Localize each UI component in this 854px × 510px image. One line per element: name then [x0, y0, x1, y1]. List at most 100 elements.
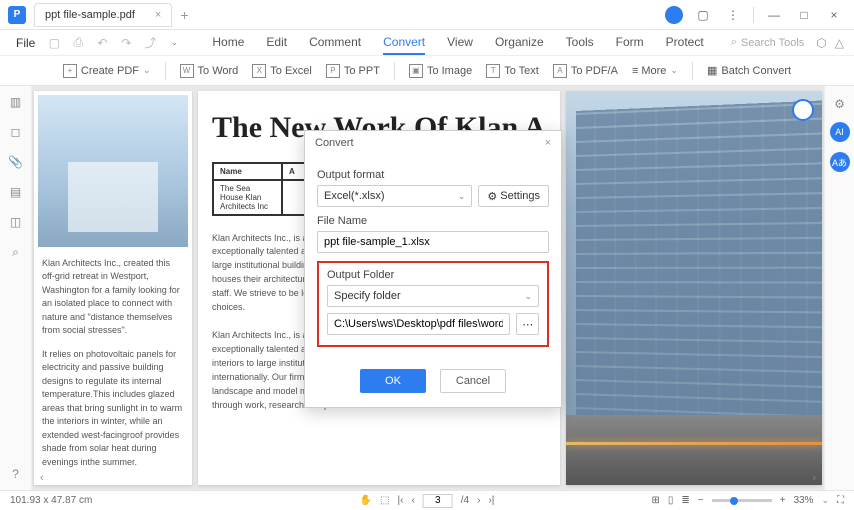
maximize-button[interactable]: □: [794, 5, 814, 25]
undo-icon[interactable]: ↶: [94, 35, 110, 51]
comments-icon[interactable]: ▤: [8, 184, 24, 200]
search-icon: ⌕: [731, 36, 737, 49]
ppt-icon: P: [326, 64, 340, 78]
cloud-icon[interactable]: ⬡: [816, 36, 826, 50]
attachments-icon[interactable]: 📎: [8, 154, 24, 170]
text-icon: T: [486, 64, 500, 78]
user-avatar[interactable]: [665, 6, 683, 24]
close-dialog-button[interactable]: ×: [545, 137, 551, 149]
share-icon[interactable]: ⤴: [142, 35, 158, 51]
dialog-header: Convert ×: [305, 131, 561, 155]
zoom-out-icon[interactable]: −: [698, 495, 704, 506]
page-image: [38, 95, 188, 247]
tab-edit[interactable]: Edit: [266, 31, 287, 55]
cancel-button[interactable]: Cancel: [440, 369, 506, 393]
last-page-icon[interactable]: ›|: [488, 495, 494, 506]
to-ppt-button[interactable]: P To PPT: [326, 64, 380, 78]
hand-tool-icon[interactable]: ✋: [360, 495, 372, 506]
zoom-in-icon[interactable]: +: [780, 495, 786, 506]
tab-comment[interactable]: Comment: [309, 31, 361, 55]
print-icon[interactable]: ⎙: [70, 35, 86, 51]
chevron-down-icon: ⌄: [458, 191, 466, 202]
next-page-icon[interactable]: ›: [477, 495, 480, 506]
more-icon: ≡: [632, 65, 637, 77]
tab-view[interactable]: View: [447, 31, 473, 55]
select-tool-icon[interactable]: ⬚: [380, 495, 389, 506]
to-word-button[interactable]: W To Word: [180, 64, 239, 78]
help-icon[interactable]: ?: [8, 466, 24, 482]
page-2: Klan Architects Inc., created this off-g…: [34, 91, 192, 485]
kebab-menu-icon[interactable]: ⋮: [723, 5, 743, 25]
redo-icon[interactable]: ↷: [118, 35, 134, 51]
tab-convert[interactable]: Convert: [383, 31, 425, 55]
zoom-slider[interactable]: [712, 499, 772, 502]
chevron-down-icon: ⌄: [143, 65, 151, 76]
ai-icon[interactable]: AI: [830, 122, 850, 142]
prev-page-icon[interactable]: ‹: [411, 495, 414, 506]
to-pdfa-button[interactable]: A To PDF/A: [553, 64, 618, 78]
create-pdf-button[interactable]: + Create PDF ⌄: [63, 64, 151, 78]
document-tab[interactable]: ppt file-sample.pdf ×: [34, 3, 172, 27]
fullscreen-icon[interactable]: ⛶: [837, 495, 844, 506]
ok-button[interactable]: OK: [360, 369, 426, 393]
corner-badge-icon[interactable]: [792, 99, 814, 121]
batch-icon: ▦: [707, 64, 717, 77]
right-sidebar: ⚙ AI Aあ: [824, 86, 854, 490]
minimize-button[interactable]: —: [764, 5, 784, 25]
table-header: Name: [213, 163, 282, 180]
continuous-icon[interactable]: ≣: [681, 495, 689, 506]
qat-dropdown-icon[interactable]: ⌄: [166, 35, 182, 51]
more-button[interactable]: ≡ More ⌄: [632, 65, 678, 77]
collapse-ribbon-icon[interactable]: △: [835, 36, 844, 50]
to-text-button[interactable]: T To Text: [486, 64, 539, 78]
view-mode-icon[interactable]: ⊞: [651, 495, 659, 506]
to-image-button[interactable]: ▣ To Image: [409, 64, 472, 78]
filename-input[interactable]: [317, 231, 549, 253]
output-folder-label: Output Folder: [327, 269, 539, 281]
search-placeholder: Search Tools: [741, 37, 804, 49]
adjust-icon[interactable]: ⚙: [832, 96, 848, 112]
fields-icon[interactable]: ◫: [8, 214, 24, 230]
folder-mode-dropdown[interactable]: Specify folder ⌄: [327, 285, 539, 307]
table-cell: The Sea House Klan Architects Inc: [213, 180, 282, 215]
translate-icon[interactable]: Aあ: [830, 152, 850, 172]
tab-home[interactable]: Home: [212, 31, 244, 55]
browse-button[interactable]: ⋯: [516, 313, 539, 335]
batch-convert-button[interactable]: ▦ Batch Convert: [707, 64, 791, 77]
settings-button[interactable]: ⚙ Settings: [478, 185, 549, 207]
pdfa-icon: A: [553, 64, 567, 78]
single-page-icon[interactable]: ▯: [668, 495, 674, 506]
thumbnails-icon[interactable]: ▥: [8, 94, 24, 110]
word-icon: W: [180, 64, 194, 78]
output-format-dropdown[interactable]: Excel(*.xlsx) ⌄: [317, 185, 472, 207]
scroll-right-icon[interactable]: ›: [812, 472, 816, 484]
specify-value: Specify folder: [334, 290, 401, 302]
body-text: It relies on photovoltaic panels for ele…: [42, 348, 184, 470]
folder-path-input[interactable]: [327, 313, 510, 335]
close-tab-icon[interactable]: ×: [155, 9, 161, 21]
scroll-left-icon[interactable]: ‹: [40, 472, 44, 484]
close-window-button[interactable]: ×: [824, 5, 844, 25]
tab-organize[interactable]: Organize: [495, 31, 544, 55]
bookmarks-icon[interactable]: ◻: [8, 124, 24, 140]
page-total: /4: [461, 495, 469, 506]
ribbon-tabs: Home Edit Comment Convert View Organize …: [212, 31, 703, 55]
gear-icon: ⚙: [487, 190, 497, 203]
tab-tools[interactable]: Tools: [566, 31, 594, 55]
search-tools[interactable]: ⌕ Search Tools: [731, 36, 805, 49]
body-text: Klan Architects Inc., created this off-g…: [42, 257, 184, 338]
page-number-input[interactable]: [423, 494, 453, 508]
search-panel-icon[interactable]: ⌕: [8, 244, 24, 260]
first-page-icon[interactable]: |‹: [398, 495, 404, 506]
open-icon[interactable]: ▢: [46, 35, 62, 51]
new-tab-button[interactable]: +: [180, 7, 188, 23]
excel-icon: X: [252, 64, 266, 78]
zoom-dropdown-icon[interactable]: ⌄: [821, 495, 829, 506]
tab-protect[interactable]: Protect: [666, 31, 704, 55]
to-excel-button[interactable]: X To Excel: [252, 64, 312, 78]
messages-icon[interactable]: ▢: [693, 5, 713, 25]
filename-label: File Name: [317, 215, 549, 227]
tab-form[interactable]: Form: [616, 31, 644, 55]
file-menu[interactable]: File: [10, 34, 41, 52]
page-dimensions: 101.93 x 47.87 cm: [10, 495, 92, 506]
